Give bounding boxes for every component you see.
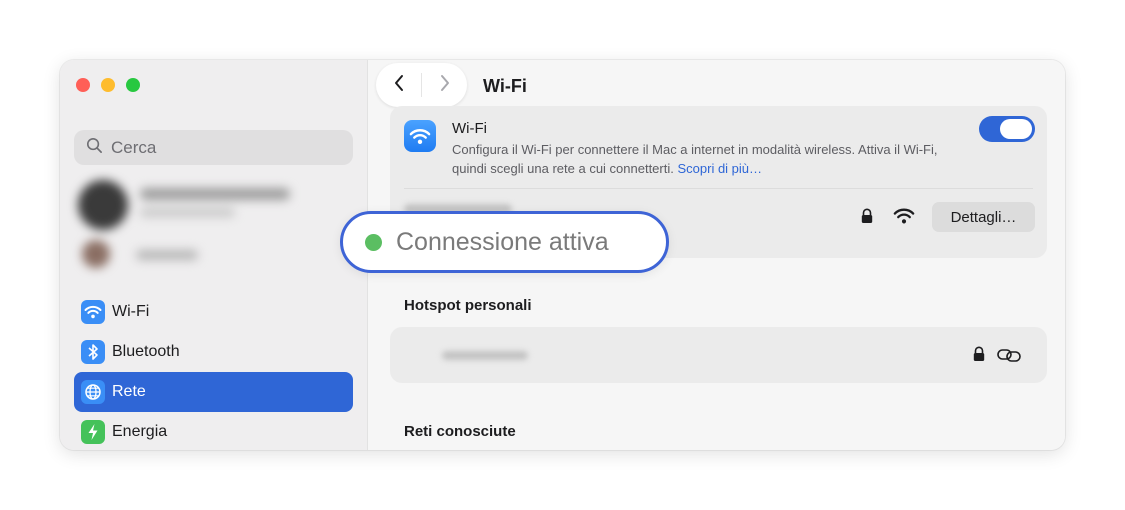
wifi-icon — [81, 300, 105, 324]
search-field[interactable]: Cerca — [74, 130, 353, 165]
bolt-icon — [81, 420, 105, 444]
status-dot-icon — [365, 233, 382, 251]
learn-more-link[interactable]: Scopri di più… — [677, 161, 762, 176]
hotspot-name-blurred — [442, 351, 528, 360]
back-button[interactable] — [376, 63, 421, 107]
user-profile-blurred[interactable] — [78, 178, 338, 278]
wifi-toggle[interactable] — [979, 116, 1035, 142]
wifi-icon — [404, 120, 436, 152]
sidebar-item-rete[interactable]: Rete — [74, 372, 353, 412]
sidebar: Cerca Wi-Fi Bluetooth Rete Energia — [60, 60, 368, 450]
hotspot-card[interactable] — [390, 327, 1047, 383]
wifi-card-title: Wi-Fi — [452, 120, 487, 137]
traffic-lights — [76, 78, 140, 92]
magnifier-icon — [86, 137, 103, 159]
wifi-signal-icon — [893, 207, 915, 225]
wifi-card-description: Configura il Wi-Fi per connettere il Mac… — [452, 142, 938, 176]
sidebar-item-label: Wi-Fi — [112, 303, 150, 320]
toggle-knob — [1000, 119, 1032, 139]
search-placeholder: Cerca — [111, 137, 157, 157]
sidebar-item-label: Bluetooth — [112, 343, 180, 360]
sidebar-item-label: Energia — [112, 423, 168, 440]
family-avatar — [82, 240, 110, 268]
details-button[interactable]: Dettagli… — [932, 202, 1035, 232]
avatar — [78, 180, 128, 230]
globe-icon — [81, 380, 105, 404]
known-networks-section-title: Reti conosciute — [404, 423, 516, 440]
close-window-button[interactable] — [76, 78, 90, 92]
forward-button[interactable] — [422, 63, 467, 107]
sidebar-item-label: Rete — [112, 383, 146, 400]
connection-status-text: Connessione attiva — [396, 227, 609, 256]
lock-icon — [972, 346, 986, 362]
bluetooth-icon — [81, 340, 105, 364]
chevron-right-icon — [439, 74, 451, 97]
chevron-left-icon — [393, 74, 405, 97]
connection-status-callout: Connessione attiva — [340, 211, 669, 273]
minimize-window-button[interactable] — [101, 78, 115, 92]
sidebar-item-wifi[interactable]: Wi-Fi — [74, 292, 353, 332]
history-navigation — [376, 63, 467, 107]
sidebar-item-energia[interactable]: Energia — [74, 412, 353, 450]
sidebar-item-bluetooth[interactable]: Bluetooth — [74, 332, 353, 372]
hotspot-section-title: Hotspot personali — [404, 297, 532, 314]
zoom-window-button[interactable] — [126, 78, 140, 92]
lock-icon — [860, 208, 874, 224]
link-icon — [996, 346, 1022, 364]
page-title: Wi-Fi — [483, 76, 527, 96]
